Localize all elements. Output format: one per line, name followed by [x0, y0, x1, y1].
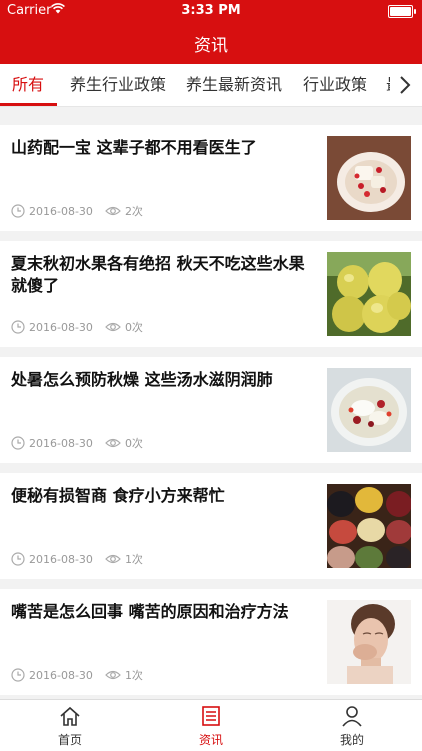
article-views: 0次 [124, 321, 143, 334]
article-title: 山药配一宝 这辈子都不用看医生了 [11, 138, 257, 157]
person-icon [342, 706, 362, 727]
list-item[interactable]: 处暑怎么预防秋燥 这些汤水滋阴润肺 2016-08-30 0次 [0, 357, 422, 463]
article-thumbnail-woman [327, 600, 411, 684]
article-thumbnail-pears [327, 252, 411, 336]
clock-icon [11, 668, 25, 682]
eye-icon [105, 670, 121, 680]
clock-icon [11, 552, 25, 566]
chevron-right-icon [400, 76, 411, 94]
article-views: 1次 [124, 553, 143, 566]
article-thumbnail-soup [327, 368, 411, 452]
article-thumbnail-grains [327, 484, 411, 568]
article-thumbnail-yam-dessert [327, 136, 411, 220]
bottom-tab-bar: 首页 资讯 我的 [0, 699, 422, 751]
article-views: 2次 [124, 205, 143, 218]
tab-home-label: 首页 [57, 733, 82, 747]
eye-icon [105, 322, 121, 332]
page-title: 资讯 [194, 36, 228, 56]
home-icon [60, 706, 80, 726]
tabs-scroll-right-button[interactable] [390, 64, 422, 106]
active-tab-indicator [0, 103, 57, 106]
article-views: 1次 [124, 669, 143, 682]
status-time: 3:33 PM [181, 3, 241, 18]
clock-icon [11, 204, 25, 218]
tab-latest-health-news[interactable]: 养生最新资讯 [186, 64, 282, 106]
tab-mine[interactable]: 我的 [282, 700, 422, 751]
article-title: 嘴苦是怎么回事 嘴苦的原因和治疗方法 [11, 602, 289, 621]
eye-icon [105, 206, 121, 216]
article-title: 便秘有损智商 食疗小方来帮忙 [11, 486, 225, 505]
status-bar: Carrier 3:33 PM [0, 0, 422, 22]
tab-industry-policy[interactable]: 行业政策 [303, 64, 367, 106]
tab-all[interactable]: 所有 [12, 64, 44, 106]
eye-icon [105, 438, 121, 448]
clock-icon [11, 320, 25, 334]
list-item[interactable]: 嘴苦是怎么回事 嘴苦的原因和治疗方法 2016-08-30 1次 [0, 589, 422, 695]
tab-home[interactable]: 首页 [0, 700, 140, 751]
eye-icon [105, 554, 121, 564]
article-meta: 2016-08-30 1次 [11, 551, 143, 567]
article-date: 2016-08-30 [29, 436, 93, 450]
battery-icon [388, 5, 416, 18]
article-meta: 2016-08-30 0次 [11, 435, 143, 451]
news-icon [202, 706, 220, 726]
navigation-bar: Carrier 3:33 PM 资讯 [0, 0, 422, 64]
category-tabs: 所有 养生行业政策 养生最新资讯 行业政策 最 [0, 64, 422, 107]
tab-news-label: 资讯 [198, 733, 223, 747]
list-item[interactable]: 便秘有损智商 食疗小方来帮忙 2016-08-30 1次 [0, 473, 422, 579]
article-date: 2016-08-30 [29, 668, 93, 682]
article-meta: 2016-08-30 0次 [11, 319, 143, 335]
article-meta: 2016-08-30 2次 [11, 203, 143, 219]
article-date: 2016-08-30 [29, 552, 93, 566]
list-item[interactable]: 夏末秋初水果各有绝招 秋天不吃这些水果就傻了 2016-08-30 0次 [0, 241, 422, 347]
article-views: 0次 [124, 437, 143, 450]
article-meta: 2016-08-30 1次 [11, 667, 143, 683]
tab-industry-policy-health[interactable]: 养生行业政策 [70, 64, 166, 106]
list-item[interactable]: 山药配一宝 这辈子都不用看医生了 2016-08-30 2次 [0, 125, 422, 231]
article-title: 夏末秋初水果各有绝招 秋天不吃这些水果就傻了 [11, 254, 305, 295]
clock-icon [11, 436, 25, 450]
tab-mine-label: 我的 [339, 733, 364, 747]
article-date: 2016-08-30 [29, 204, 93, 218]
tab-news[interactable]: 资讯 [141, 700, 281, 751]
article-title: 处暑怎么预防秋燥 这些汤水滋阴润肺 [11, 370, 273, 389]
article-date: 2016-08-30 [29, 320, 93, 334]
